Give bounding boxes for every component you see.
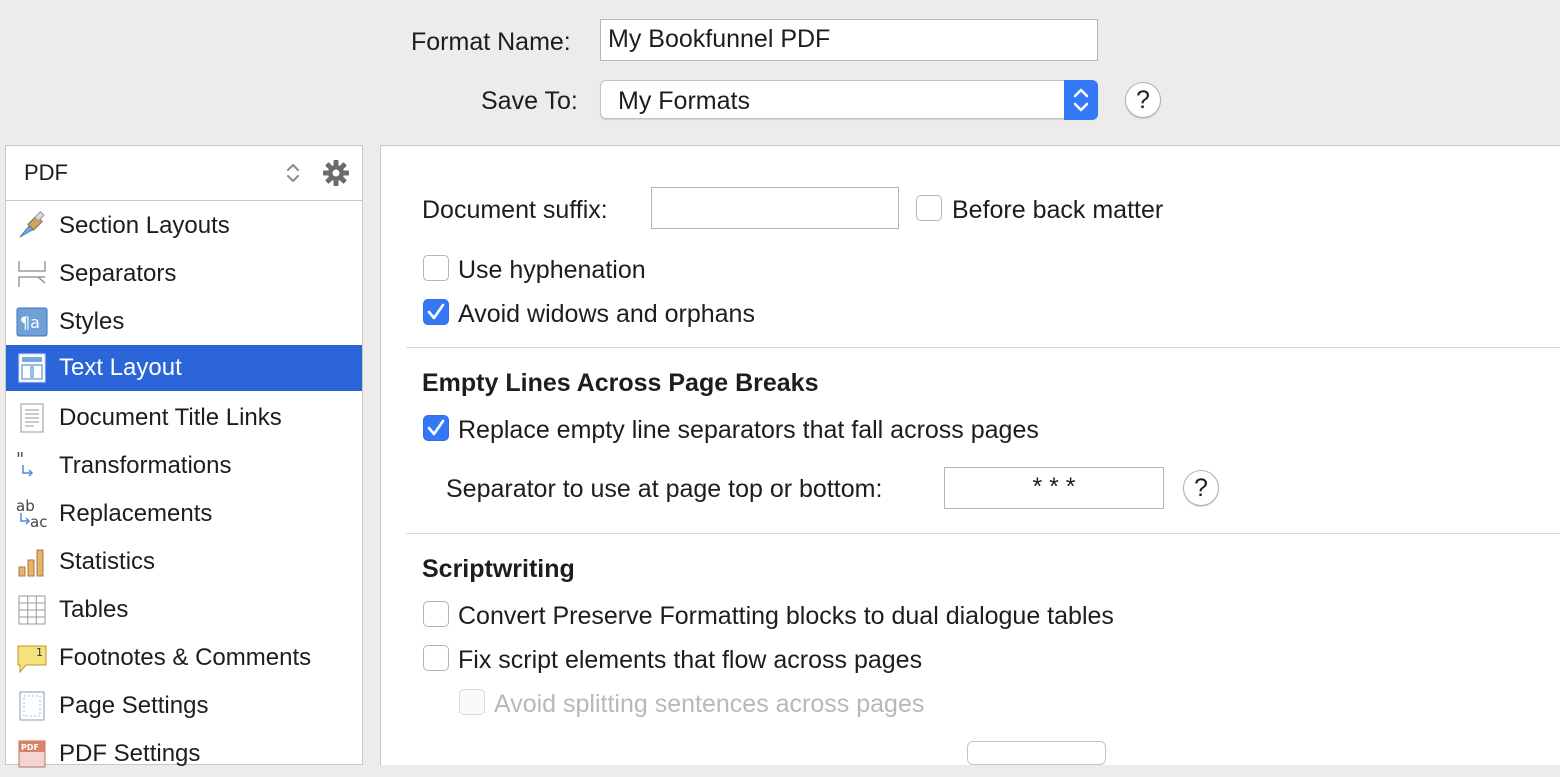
table-grid-icon	[16, 595, 48, 625]
sidebar-item-transformations[interactable]: " ,, Transformations	[6, 443, 362, 489]
replacements-icon: ab ac	[16, 497, 48, 531]
sidebar-item-label: Page Settings	[59, 692, 209, 719]
sidebar-item-replacements[interactable]: ab ac Replacements	[6, 491, 362, 537]
sidebar-item-label: Transformations	[59, 452, 232, 479]
sidebar-item-label: Section Layouts	[59, 212, 230, 239]
format-sidebar: PDF Section Layouts Separators ¶a Styles…	[5, 145, 363, 768]
avoid-splitting-label: Avoid splitting sentences across pages	[494, 690, 925, 718]
fix-script-checkbox[interactable]	[423, 645, 449, 671]
avoid-splitting-checkbox	[459, 689, 485, 715]
document-suffix-label: Document suffix:	[422, 196, 608, 224]
before-back-matter-label: Before back matter	[952, 196, 1164, 224]
sidebar-item-label: Tables	[59, 596, 129, 623]
sidebar-item-styles[interactable]: ¶a Styles	[6, 299, 362, 345]
use-hyphenation-label: Use hyphenation	[458, 256, 646, 284]
before-back-matter-checkbox[interactable]	[916, 195, 942, 221]
svg-text:1: 1	[36, 646, 43, 659]
replace-empty-label: Replace empty line separators that fall …	[458, 416, 1039, 444]
separator-field[interactable]: * * *	[944, 467, 1164, 509]
avoid-widows-label: Avoid widows and orphans	[458, 300, 755, 328]
svg-text:ac: ac	[30, 513, 47, 531]
sidebar-item-label: Statistics	[59, 548, 156, 575]
scriptwriting-heading: Scriptwriting	[422, 555, 575, 583]
quotes-transform-icon: " ,,	[16, 449, 48, 488]
save-to-popup[interactable]: My Formats	[600, 80, 1098, 120]
options-button[interactable]	[967, 741, 1106, 765]
avoid-widows-checkbox[interactable]	[423, 299, 449, 325]
sidebar-item-footnotes-comments[interactable]: 1 Footnotes & Comments	[6, 635, 362, 681]
sidebar-item-label: Replacements	[59, 500, 213, 527]
chevron-updown-icon	[283, 160, 303, 191]
divider	[406, 347, 1560, 348]
sidebar-item-label: Text Layout	[59, 354, 182, 381]
text-layout-icon	[16, 353, 48, 383]
sidebar-item-statistics[interactable]: Statistics	[6, 539, 362, 585]
convert-preserve-label: Convert Preserve Formatting blocks to du…	[458, 602, 1114, 630]
gear-icon[interactable]	[321, 158, 351, 193]
svg-text:,,: ,,	[33, 467, 44, 481]
bar-chart-icon	[16, 547, 48, 577]
convert-preserve-checkbox[interactable]	[423, 601, 449, 627]
divider	[406, 533, 1560, 534]
sidebar-item-section-layouts[interactable]: Section Layouts	[6, 203, 362, 249]
svg-text:¶a: ¶a	[20, 313, 40, 332]
sidebar-item-label: PDF Settings	[59, 740, 201, 767]
format-type-label: PDF	[24, 160, 68, 185]
page-settings-icon	[16, 691, 48, 721]
sidebar-item-text-layout[interactable]: Text Layout	[6, 345, 362, 391]
help-button[interactable]: ?	[1125, 82, 1161, 118]
sidebar-item-label: Footnotes & Comments	[59, 644, 312, 671]
sidebar-item-document-title-links[interactable]: Document Title Links	[6, 395, 362, 441]
sidebar-item-pdf-settings[interactable]: PDF PDF Settings	[6, 731, 362, 777]
checkmark-icon	[427, 303, 445, 320]
document-suffix-field[interactable]	[651, 187, 899, 229]
fix-script-label: Fix script elements that flow across pag…	[458, 646, 923, 674]
empty-lines-heading: Empty Lines Across Page Breaks	[422, 369, 819, 397]
svg-text:PDF: PDF	[21, 743, 39, 752]
format-name-label: Format Name:	[411, 28, 571, 56]
document-icon	[16, 403, 48, 433]
sidebar-item-label: Styles	[59, 308, 125, 335]
sidebar-item-label: Document Title Links	[59, 404, 282, 431]
footnote-comment-icon: 1	[16, 643, 48, 674]
separator-help-button[interactable]: ?	[1183, 470, 1219, 506]
checkmark-icon	[427, 419, 445, 436]
paintbrush-icon	[16, 211, 48, 241]
styles-icon: ¶a	[16, 307, 48, 337]
format-name-field[interactable]: My Bookfunnel PDF	[600, 19, 1098, 61]
save-to-label: Save To:	[481, 87, 578, 115]
use-hyphenation-checkbox[interactable]	[423, 255, 449, 281]
replace-empty-checkbox[interactable]	[423, 415, 449, 441]
format-type-selector[interactable]: PDF	[6, 146, 362, 201]
sidebar-item-separators[interactable]: Separators	[6, 251, 362, 297]
sidebar-item-label: Separators	[59, 260, 177, 287]
save-to-value: My Formats	[618, 87, 750, 115]
separators-icon	[16, 259, 48, 289]
sidebar-item-tables[interactable]: Tables	[6, 587, 362, 633]
sidebar-item-page-settings[interactable]: Page Settings	[6, 683, 362, 729]
pdf-icon: PDF	[16, 739, 48, 769]
separator-label: Separator to use at page top or bottom:	[446, 475, 883, 503]
chevron-updown-icon	[1064, 80, 1098, 120]
